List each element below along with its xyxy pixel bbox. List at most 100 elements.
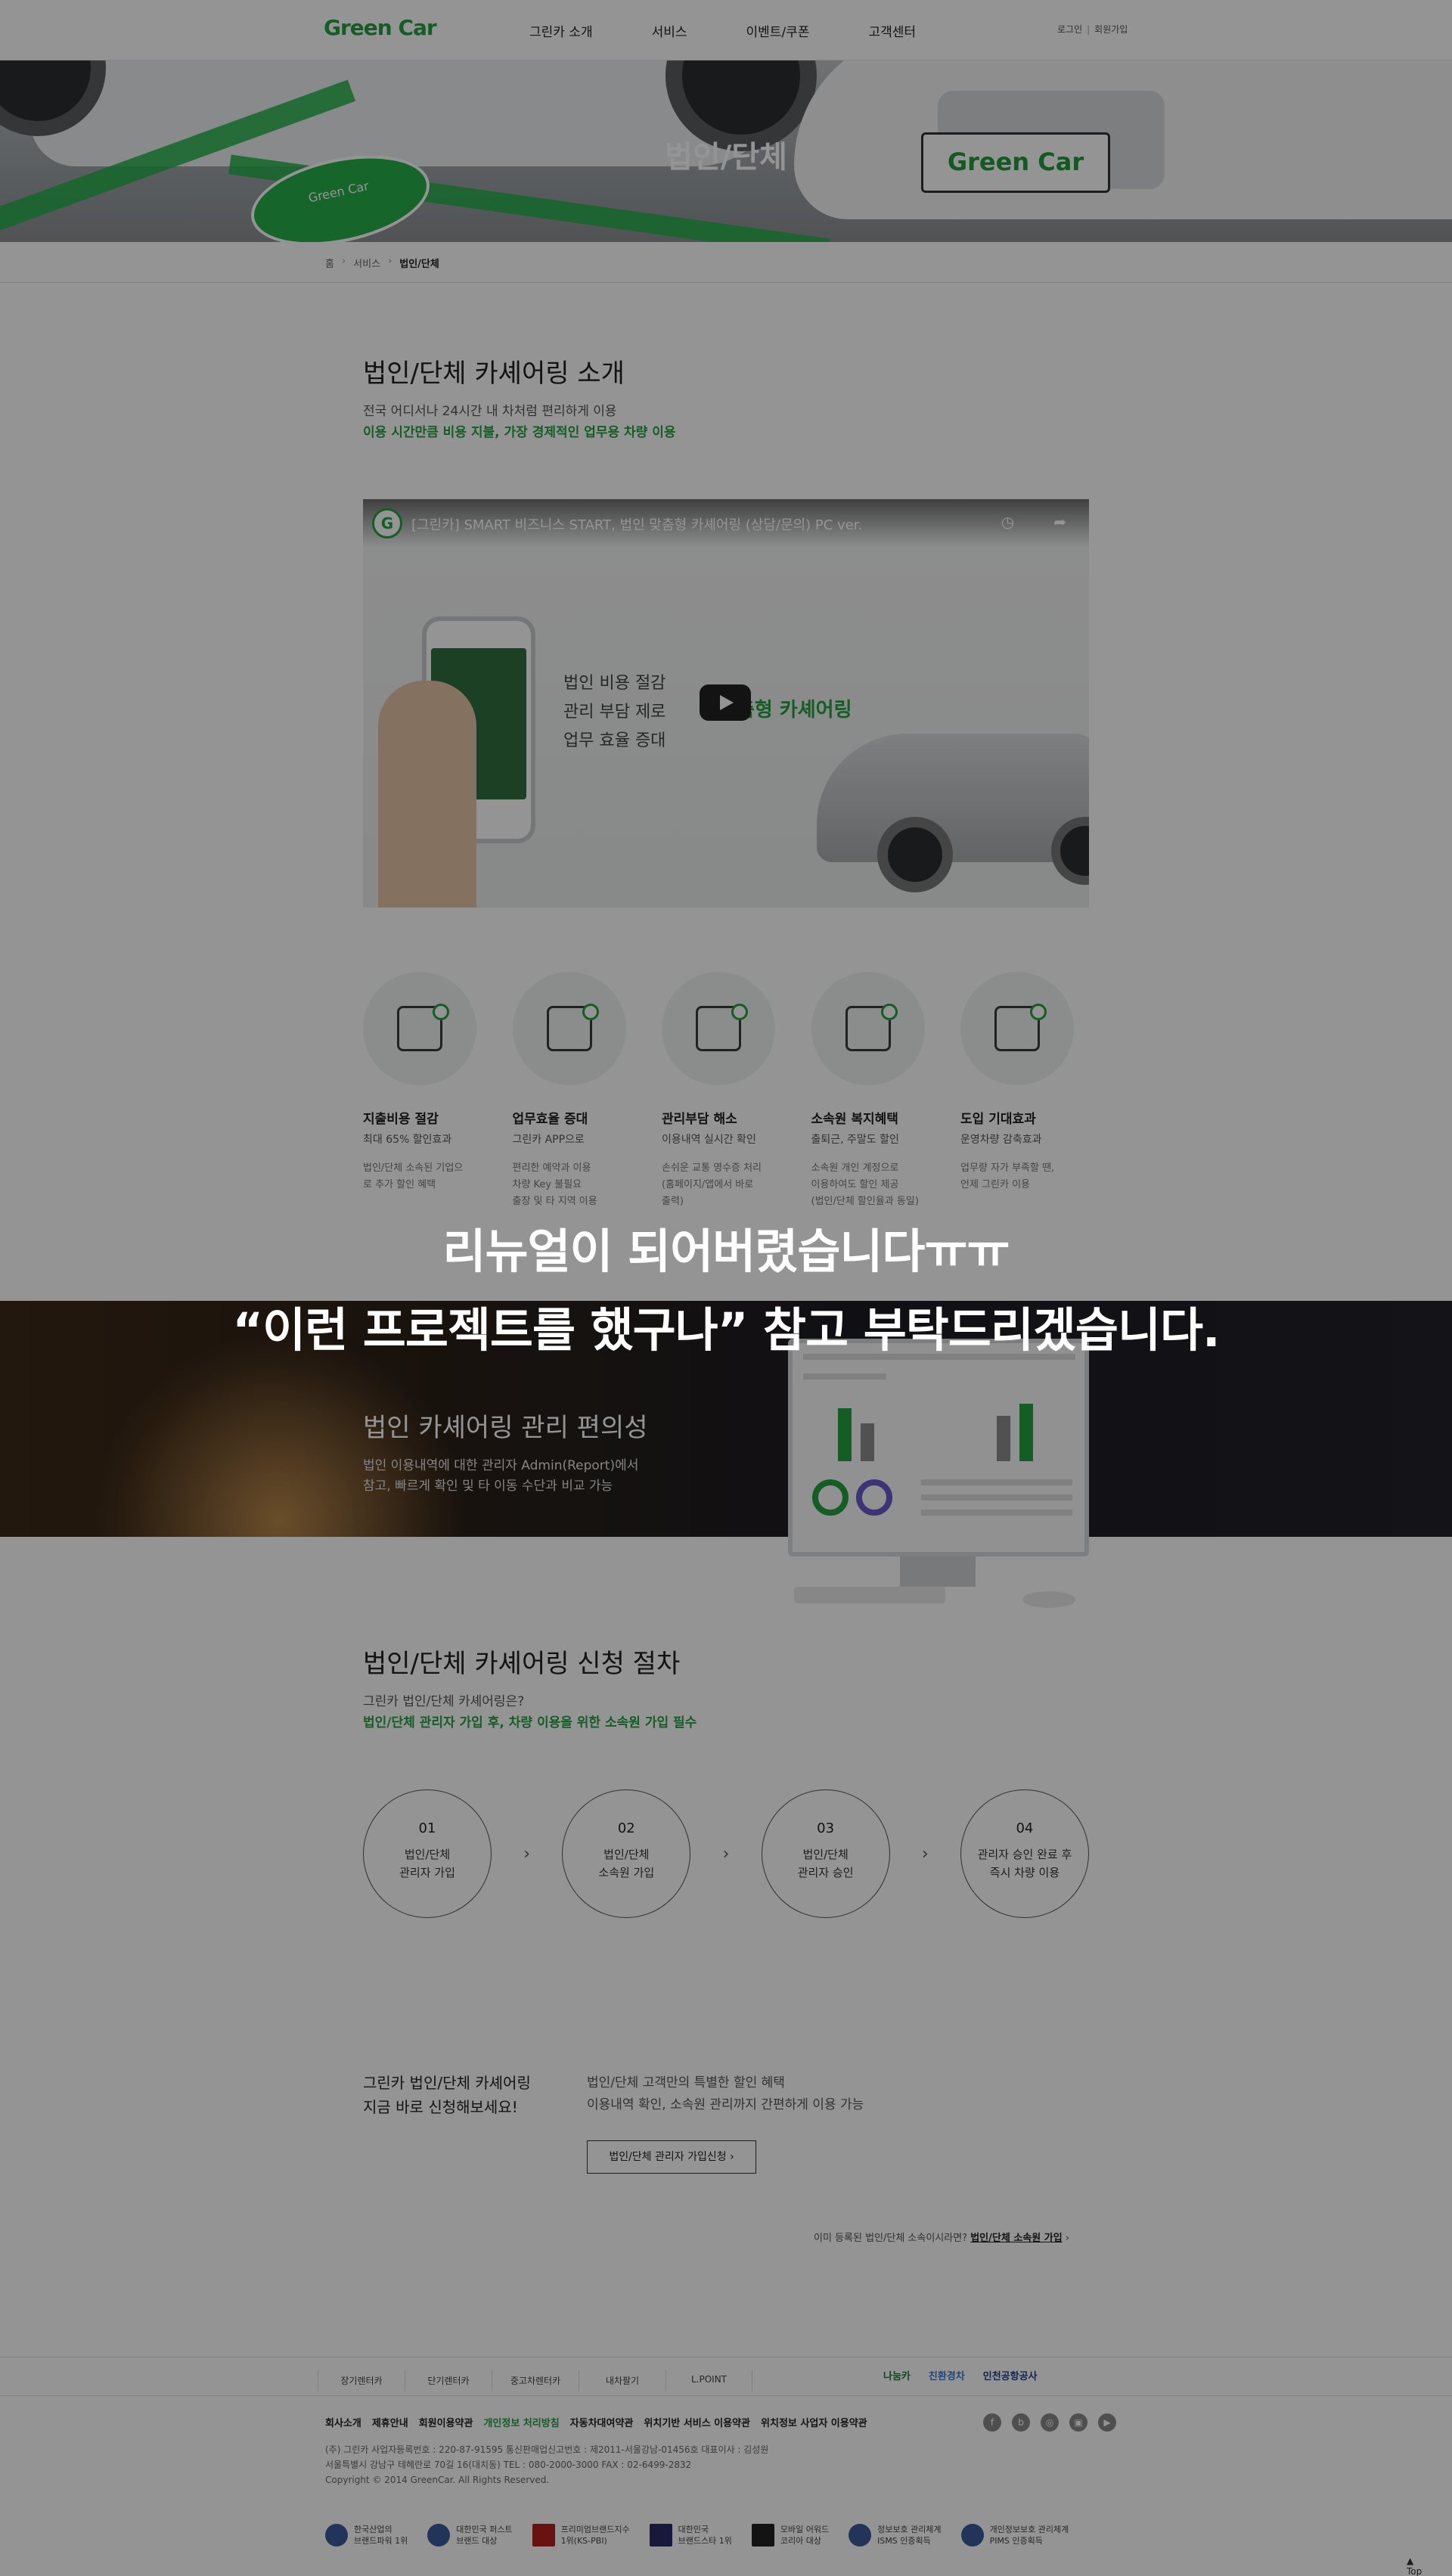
policy-link[interactable]: 위치정보 사업자 이용약관 xyxy=(761,2415,867,2429)
scroll-top-button[interactable]: ▲ Top xyxy=(1407,2556,1422,2576)
policy-link[interactable]: 개인정보 처리방침 xyxy=(483,2415,559,2429)
monitor-stand xyxy=(900,1556,976,1587)
video-text-line: 관리 부담 제로 xyxy=(563,703,666,722)
award-list: 한국산업의 브랜드파워 1위 대한민국 퍼스트 브랜드 대상 프리미엄브랜드지수 1위… xyxy=(325,2524,1069,2547)
breadcrumb-service[interactable]: 서비스 xyxy=(353,256,380,270)
partner-logo[interactable]: 나눔카 xyxy=(883,2368,911,2382)
benefit-desc: 출장 및 타 지역 이용 xyxy=(512,1196,597,1207)
nav-item-event[interactable]: 이벤트/쿠폰 xyxy=(746,21,810,40)
step-label: 관리자 승인 완료 후 xyxy=(977,1848,1072,1861)
benefit-item: 업무효율 증대 그린카 APP으로 편리한 예약과 이용 차량 Key 불필요 … xyxy=(512,972,641,1210)
step-item: 03 법인/단체 관리자 승인 xyxy=(761,1789,890,1918)
footer-link[interactable]: 단기렌터카 xyxy=(405,2370,492,2391)
youtube-video-player[interactable]: 법인 비용 절감 관리 부담 제로 업무 효율 증대 맞춤형 카셰어링 G [그… xyxy=(363,499,1089,908)
benefit-item: 소속원 복지혜택 출퇴근, 주말도 할인 소속원 개인 계정으로 이용하여도 할… xyxy=(811,972,940,1210)
play-button[interactable] xyxy=(700,684,751,721)
intro-line2: 이용 시간만큼 비용 지불, 가장 경제적인 업무용 차량 이용 xyxy=(363,425,676,440)
breadcrumb: 홈 › 서비스 › 법인/단체 xyxy=(0,242,1452,283)
benefit-sub: 그린카 APP으로 xyxy=(512,1134,585,1146)
award-text: 코리아 대상 xyxy=(780,2536,821,2546)
benefit-desc: 업무량 자가 부족할 땐, xyxy=(960,1162,1055,1174)
company-info-line: 서울특별시 강남구 테헤란로 70길 16(대치동) TEL : 080-200… xyxy=(325,2460,692,2470)
blog-icon[interactable]: b xyxy=(1012,2413,1030,2432)
nav-item-about[interactable]: 그린카 소개 xyxy=(529,21,593,40)
post-icon[interactable]: ▣ xyxy=(1069,2413,1087,2432)
step-item: 02 법인/단체 소속원 가입 xyxy=(562,1789,691,1918)
chevron-right-icon: › xyxy=(523,1844,531,1864)
step-label: 관리자 승인 xyxy=(797,1866,854,1879)
footer-link[interactable]: 장기렌터카 xyxy=(318,2370,405,2391)
youtube-icon[interactable]: ▶ xyxy=(1098,2413,1116,2432)
benefit-sub: 운영차량 감축효과 xyxy=(960,1134,1042,1146)
award-badge-icon xyxy=(532,2524,555,2547)
cta-desc-line: 이용내역 확인, 소속원 관리까지 간편하게 이용 가능 xyxy=(587,2097,864,2112)
award-text: 브랜드스타 1위 xyxy=(678,2536,732,2546)
benefit-item: 관리부담 해소 이용내역 실시간 확인 손쉬운 교통 영수증 처리 (홈페이지/… xyxy=(662,972,790,1210)
nav-item-support[interactable]: 고객센터 xyxy=(868,21,916,40)
chevron-right-icon: › xyxy=(730,2151,734,2163)
breadcrumb-home[interactable]: 홈 xyxy=(325,256,334,270)
step-number: 02 xyxy=(617,1820,635,1836)
chevron-right-icon: › xyxy=(388,256,392,267)
member-signup-link[interactable]: 법인/단체 소속원 가입 xyxy=(970,2233,1062,2244)
benefit-title: 도입 기대효과 xyxy=(960,1112,1036,1127)
member-question: 이미 등록된 법인/단체 소속이시라면? xyxy=(814,2233,968,2244)
policy-link[interactable]: 위치기반 서비스 이용약관 xyxy=(644,2415,750,2429)
member-signup-prompt: 이미 등록된 법인/단체 소속이시라면? 법인/단체 소속원 가입 › xyxy=(814,2230,1069,2244)
divider xyxy=(0,2395,1452,2396)
award-item: 정보보호 관리체계 ISMS 인증획득 xyxy=(849,2524,942,2547)
portfolio-notice: “이런 프로젝트를 했구나” 참고 부탁드리겠습니다. xyxy=(232,1302,1220,1358)
cta-desc: 법인/단체 고객만의 특별한 할인 혜택 이용내역 확인, 소속원 관리까지 간… xyxy=(587,2072,864,2116)
policy-link[interactable]: 자동차대여약관 xyxy=(570,2415,634,2429)
benefit-desc: 로 추가 할인 혜택 xyxy=(363,1179,436,1190)
company-info-line: (주) 그린카 사업자등록번호 : 220-87-91595 통신판매업신고번호… xyxy=(325,2444,769,2455)
signup-link[interactable]: 회원가입 xyxy=(1094,24,1128,35)
award-badge-icon xyxy=(427,2524,451,2547)
award-text: 한국산업의 xyxy=(354,2525,392,2534)
admin-signup-button[interactable]: 법인/단체 관리자 가입신청 › xyxy=(587,2140,756,2174)
admin-report-monitor xyxy=(788,1339,1089,1556)
facebook-icon[interactable]: f xyxy=(983,2413,1001,2432)
intro-line1: 전국 어디서나 24시간 내 차처럼 편리하게 이용 xyxy=(363,404,617,419)
step-label: 법인/단체 xyxy=(404,1848,451,1861)
footer-link[interactable]: 중고차렌터카 xyxy=(492,2370,579,2391)
breadcrumb-current: 법인/단체 xyxy=(399,259,439,270)
award-text: PIMS 인증획득 xyxy=(989,2536,1043,2546)
benefit-title: 지출비용 절감 xyxy=(363,1112,439,1127)
apply-line1: 그린카 법인/단체 카셰어링은? xyxy=(363,1694,525,1709)
intro-desc: 전국 어디서나 24시간 내 차처럼 편리하게 이용 이용 시간만큼 비용 지불… xyxy=(363,401,676,443)
award-badge-icon xyxy=(849,2524,872,2547)
instagram-icon[interactable]: ◎ xyxy=(1041,2413,1059,2432)
admin-desc: 법인 이용내역에 대한 관리자 Admin(Report)에서 참고, 빠르게 … xyxy=(363,1456,638,1497)
step-label: 법인/단체 xyxy=(603,1848,650,1861)
benefit-title: 업무효율 증대 xyxy=(512,1112,588,1127)
policy-link[interactable]: 회원이용약관 xyxy=(419,2415,473,2429)
partner-logo[interactable]: 친환경차 xyxy=(929,2368,965,2382)
nav-item-service[interactable]: 서비스 xyxy=(652,21,687,40)
award-badge-icon xyxy=(751,2524,774,2547)
channel-avatar[interactable]: G xyxy=(372,508,402,538)
policy-link[interactable]: 회사소개 xyxy=(325,2415,361,2429)
partner-logo[interactable]: 인천공항공사 xyxy=(983,2368,1038,2382)
video-text-line: 업무 효율 증대 xyxy=(563,731,666,750)
benefit-sub: 출퇴근, 주말도 할인 xyxy=(811,1134,899,1146)
policy-link[interactable]: 제휴안내 xyxy=(372,2415,408,2429)
benefit-desc: 이용하여도 할인 제공 xyxy=(811,1179,899,1190)
award-text: 1위(KS-PBI) xyxy=(560,2536,607,2546)
share-icon[interactable]: ➦ xyxy=(1053,513,1066,531)
step-label: 소속원 가입 xyxy=(598,1866,655,1879)
step-number: 03 xyxy=(817,1820,835,1836)
footer-link[interactable]: L.POINT xyxy=(666,2370,752,2391)
video-title[interactable]: [그린카] SMART 비즈니스 START, 법인 맞춤형 카셰어링 (상담/… xyxy=(411,514,862,534)
util-links: 로그인 | 회원가입 xyxy=(1057,24,1128,35)
greencar-logo[interactable]: Green Car xyxy=(324,15,437,40)
award-badge-icon xyxy=(325,2524,348,2547)
login-link[interactable]: 로그인 xyxy=(1057,24,1082,35)
footer-link[interactable]: 내차팔기 xyxy=(579,2370,666,2391)
step-item: 04 관리자 승인 완료 후 즉시 차량 이용 xyxy=(960,1789,1089,1918)
keyboard-illustration xyxy=(794,1587,945,1603)
cta-desc-line: 법인/단체 고객만의 특별한 할인 혜택 xyxy=(587,2075,785,2090)
award-badge-icon xyxy=(649,2524,672,2547)
benefit-sub: 이용내역 실시간 확인 xyxy=(662,1134,756,1146)
watch-later-icon[interactable]: ◷ xyxy=(1001,513,1014,531)
